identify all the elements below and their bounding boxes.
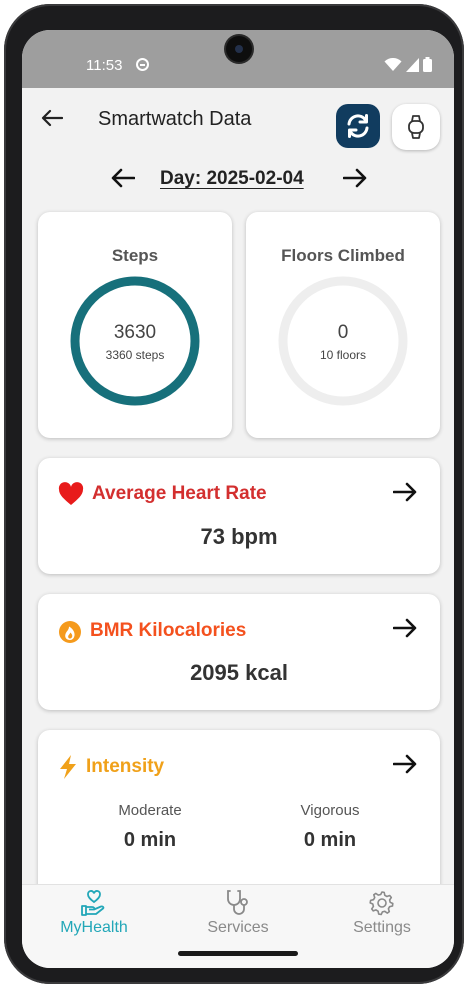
floors-value: 0 [337,322,349,343]
intensity-header: Intensity [58,754,164,780]
app-bar: Smartwatch Data [22,88,454,158]
current-date-label[interactable]: Day: 2025-02-04 [160,168,304,190]
floors-title: Floors Climbed [281,246,405,265]
nav-item-myhealth[interactable]: MyHealth [22,885,166,945]
nav-label-settings: Settings [353,919,411,936]
vigorous-column: Vigorous 0 min [250,802,410,852]
bmr-card[interactable]: BMR Kilocalories 2095 kcal [38,594,440,710]
back-button[interactable] [36,102,68,134]
nav-label-myhealth: MyHealth [60,919,128,936]
stethoscope-icon [227,890,248,915]
front-camera [226,36,252,62]
heart-rate-card[interactable]: Average Heart Rate 73 bpm [38,458,440,574]
date-navigator: Day: 2025-02-04 [22,162,454,194]
back-arrow-icon [41,109,63,127]
steps-card[interactable]: Steps 3630 3360 steps [38,212,232,438]
page-title: Smartwatch Data [98,108,252,130]
steps-title: Steps [111,246,159,265]
vigorous-value: 0 min [303,829,357,851]
nav-item-services[interactable]: Services [166,885,310,945]
heart-rate-value: 73 bpm [200,524,278,549]
intensity-title: Intensity [86,756,165,777]
steps-value: 3630 [113,322,157,343]
heart-rate-header: Average Heart Rate [58,482,267,506]
moderate-label: Moderate [118,802,182,819]
intensity-card[interactable]: Intensity Moderate 0 min Vigorous 0 min [38,730,440,910]
moderate-value: 0 min [123,829,177,851]
heart-icon [58,482,84,505]
arrow-right-icon [393,754,417,774]
smartwatch-button[interactable] [392,104,440,150]
wifi-icon [384,57,402,71]
hand-heart-icon [81,890,105,916]
floors-goal: 10 floors [319,348,367,362]
next-day-button[interactable] [340,164,370,192]
status-notification-icon [136,58,149,71]
vigorous-label: Vigorous [300,802,360,819]
previous-day-button[interactable] [108,164,138,192]
steps-goal: 3360 steps [105,348,165,362]
signal-icon [406,57,419,72]
phone-frame: 11:53 Smartwatch Data Day: 2025-02-04 St… [4,4,464,984]
floors-card[interactable]: Floors Climbed 0 10 floors [246,212,440,438]
intensity-details-button[interactable] [390,750,420,778]
battery-icon [423,57,432,72]
bottom-navigation: MyHealth Services Settings [22,884,454,968]
bmr-title: BMR Kilocalories [90,620,247,641]
bmr-header: BMR Kilocalories [58,618,246,644]
status-bar: 11:53 [22,30,454,88]
heart-rate-details-button[interactable] [390,478,420,506]
status-icons [384,57,432,72]
nav-label-services: Services [207,919,269,936]
lightning-icon [60,755,76,779]
bmr-details-button[interactable] [390,614,420,642]
sync-button[interactable] [336,104,380,148]
screen: 11:53 Smartwatch Data Day: 2025-02-04 St… [22,30,454,968]
arrow-right-icon [343,168,367,188]
bmr-value: 2095 kcal [190,660,288,685]
arrow-left-icon [111,168,135,188]
flame-icon [59,621,81,643]
moderate-column: Moderate 0 min [70,802,230,852]
heart-rate-title: Average Heart Rate [92,483,267,504]
status-time: 11:53 [86,57,123,74]
nav-item-settings[interactable]: Settings [310,885,454,945]
home-indicator[interactable] [178,951,298,956]
arrow-right-icon [393,482,417,502]
arrow-right-icon [393,618,417,638]
gear-icon [369,891,394,916]
watch-icon [408,115,424,139]
sync-icon [347,114,369,138]
